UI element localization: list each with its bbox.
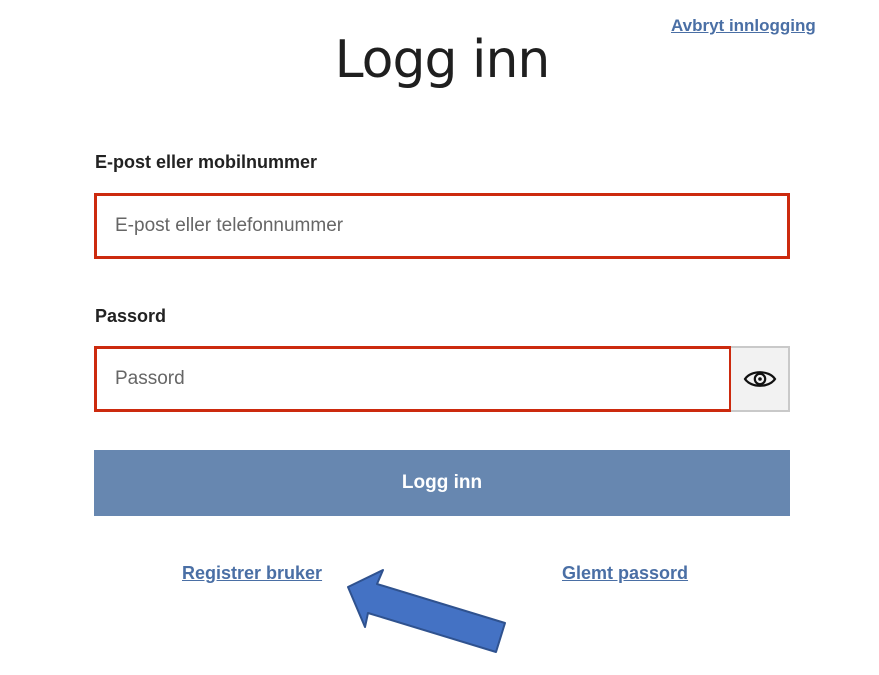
show-password-toggle[interactable] [731,346,790,412]
annotation-arrow-icon [347,569,506,653]
register-user-link[interactable]: Registrer bruker [182,563,322,584]
email-field-label: E-post eller mobilnummer [95,152,318,172]
login-button[interactable]: Logg inn [94,450,790,516]
email-field[interactable] [94,193,790,259]
password-field-label: Passord [95,306,167,326]
forgot-password-link[interactable]: Glemt passord [562,563,688,584]
eye-icon [743,371,776,387]
password-field[interactable] [94,346,732,412]
page-title: Logg inn [334,30,551,90]
